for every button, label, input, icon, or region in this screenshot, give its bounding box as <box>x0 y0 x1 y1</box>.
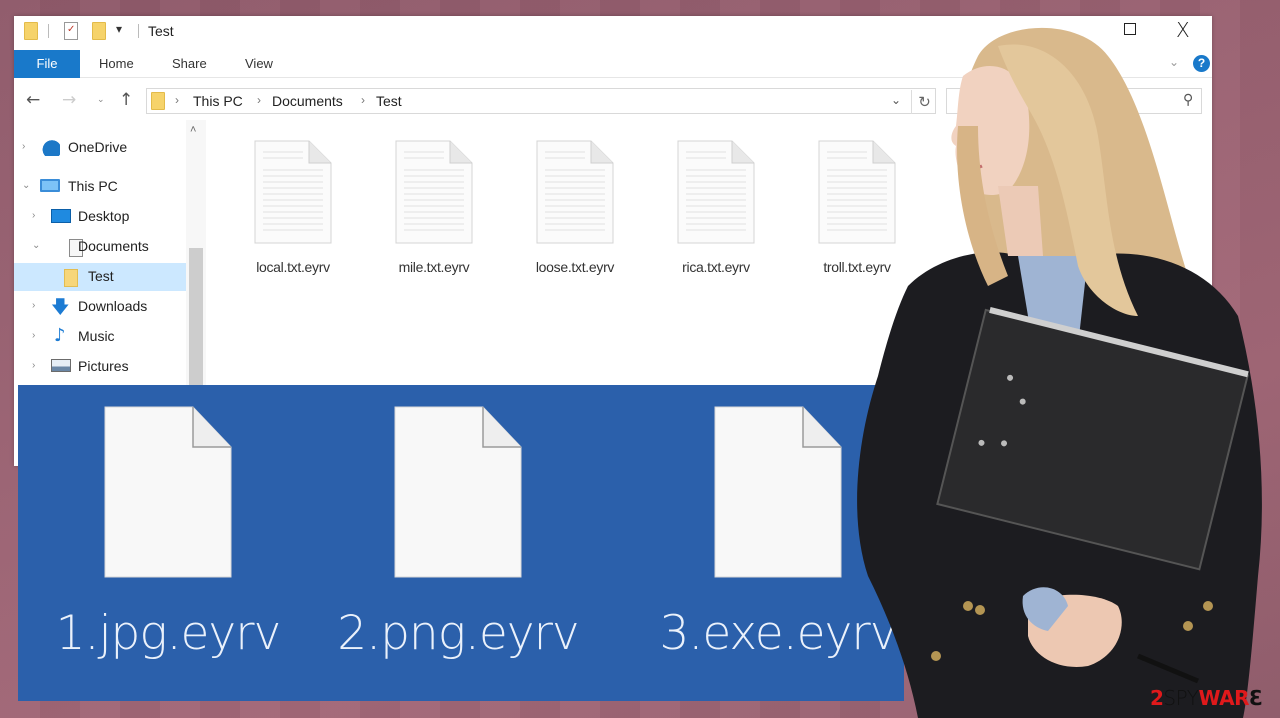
sidebar-item-music[interactable]: › ♪ Music <box>14 323 186 351</box>
properties-icon[interactable] <box>64 22 78 40</box>
recent-locations-icon[interactable]: ⌄ <box>97 94 105 105</box>
breadcrumb-documents[interactable]: Documents <box>272 93 343 109</box>
sidebar-item-label: Desktop <box>78 208 130 224</box>
text-file-icon <box>677 140 755 244</box>
text-file-icon <box>395 140 473 244</box>
sidebar-item-pictures[interactable]: › Pictures <box>14 353 186 381</box>
blank-file-icon <box>104 406 232 578</box>
separator <box>138 24 139 38</box>
tab-view[interactable]: View <box>245 50 273 78</box>
breadcrumb-separator: › <box>257 93 261 107</box>
forward-button[interactable]: → <box>62 90 76 110</box>
breadcrumb-separator: › <box>175 93 179 107</box>
sidebar-item-desktop[interactable]: › Desktop <box>14 203 186 231</box>
chevron-right-icon[interactable]: › <box>22 141 25 152</box>
breadcrumb-separator: › <box>361 93 365 107</box>
sidebar-item-documents[interactable]: ⌄ Documents <box>14 233 186 261</box>
downloads-icon: 🡇 <box>51 297 70 318</box>
new-folder-icon[interactable] <box>92 22 106 40</box>
text-file-icon <box>254 140 332 244</box>
folder-icon <box>64 269 78 287</box>
folder-icon <box>151 92 165 110</box>
sidebar-item-label: OneDrive <box>68 139 128 155</box>
separator <box>48 24 49 38</box>
watermark-part: SPY <box>1163 686 1199 710</box>
music-icon: ♪ <box>54 325 66 346</box>
watermark-part: Ɛ <box>1249 686 1263 710</box>
sidebar-item-label: Music <box>78 328 115 344</box>
file-name: mile.txt.eyrv <box>398 259 470 275</box>
file-name: loose.txt.eyrv <box>535 259 615 275</box>
quick-access-dropdown-icon[interactable]: ▾ <box>116 22 122 36</box>
folder-icon[interactable] <box>24 22 38 40</box>
tab-share[interactable]: Share <box>172 50 207 78</box>
file-item[interactable]: mile.txt.eyrv <box>374 140 494 275</box>
watermark-part: WAR <box>1198 686 1250 710</box>
sidebar-item-downloads[interactable]: › 🡇 Downloads <box>14 293 186 321</box>
sidebar-item-test[interactable]: Test <box>14 263 186 291</box>
pictures-icon <box>51 359 71 372</box>
onedrive-icon <box>40 140 60 156</box>
back-button[interactable]: ← <box>26 90 40 110</box>
sidebar-item-label: This PC <box>68 178 118 194</box>
address-bar[interactable]: › This PC › Documents › Test ⌄ ↻ <box>146 88 936 114</box>
file-item[interactable]: rica.txt.eyrv <box>656 140 776 275</box>
woman-holding-binder-image <box>857 27 1262 718</box>
sidebar-item-label: Pictures <box>78 358 129 374</box>
file-name: 2.png.eyrv <box>337 606 579 661</box>
pc-icon <box>40 179 60 192</box>
file-item[interactable]: loose.txt.eyrv <box>515 140 635 275</box>
scroll-up-icon[interactable]: ˄ <box>190 124 196 136</box>
file-name: rica.txt.eyrv <box>682 259 750 275</box>
sidebar-item-onedrive[interactable]: › OneDrive <box>14 134 186 162</box>
chevron-right-icon[interactable]: › <box>32 300 35 311</box>
desktop-icon <box>51 209 71 223</box>
big-file-item: 2.png.eyrv <box>308 405 608 661</box>
chevron-right-icon[interactable]: › <box>32 330 35 341</box>
text-file-icon <box>536 140 614 244</box>
file-name: local.txt.eyrv <box>256 259 330 275</box>
window-title: Test <box>148 23 174 39</box>
watermark-part: 2 <box>1150 686 1164 710</box>
chevron-right-icon[interactable]: › <box>32 360 35 371</box>
chevron-right-icon[interactable]: › <box>32 210 35 221</box>
encrypted-files-panel: 1.jpg.eyrv 2.png.eyrv 3.exe.eyrv <box>18 385 904 701</box>
2spyware-watermark: 2SPYWARƐ <box>1150 686 1263 710</box>
sidebar-item-label: Downloads <box>78 298 148 314</box>
breadcrumb-this-pc[interactable]: This PC <box>193 93 243 109</box>
sidebar-item-label: Documents <box>78 238 149 254</box>
tab-file[interactable]: File <box>14 50 80 78</box>
blank-file-icon <box>714 406 842 578</box>
sidebar-item-this-pc[interactable]: ⌄ This PC <box>14 173 186 201</box>
sidebar-item-label: Test <box>88 268 114 284</box>
chevron-down-icon[interactable]: ⌄ <box>32 240 40 251</box>
breadcrumb-test[interactable]: Test <box>376 93 402 109</box>
chevron-down-icon[interactable]: ⌄ <box>22 180 30 191</box>
big-file-item: 1.jpg.eyrv <box>18 405 318 661</box>
tab-home[interactable]: Home <box>99 50 134 78</box>
file-name: 1.jpg.eyrv <box>55 606 282 661</box>
up-button[interactable]: ↑ <box>119 90 133 110</box>
blank-file-icon <box>394 406 522 578</box>
file-item[interactable]: local.txt.eyrv <box>233 140 353 275</box>
